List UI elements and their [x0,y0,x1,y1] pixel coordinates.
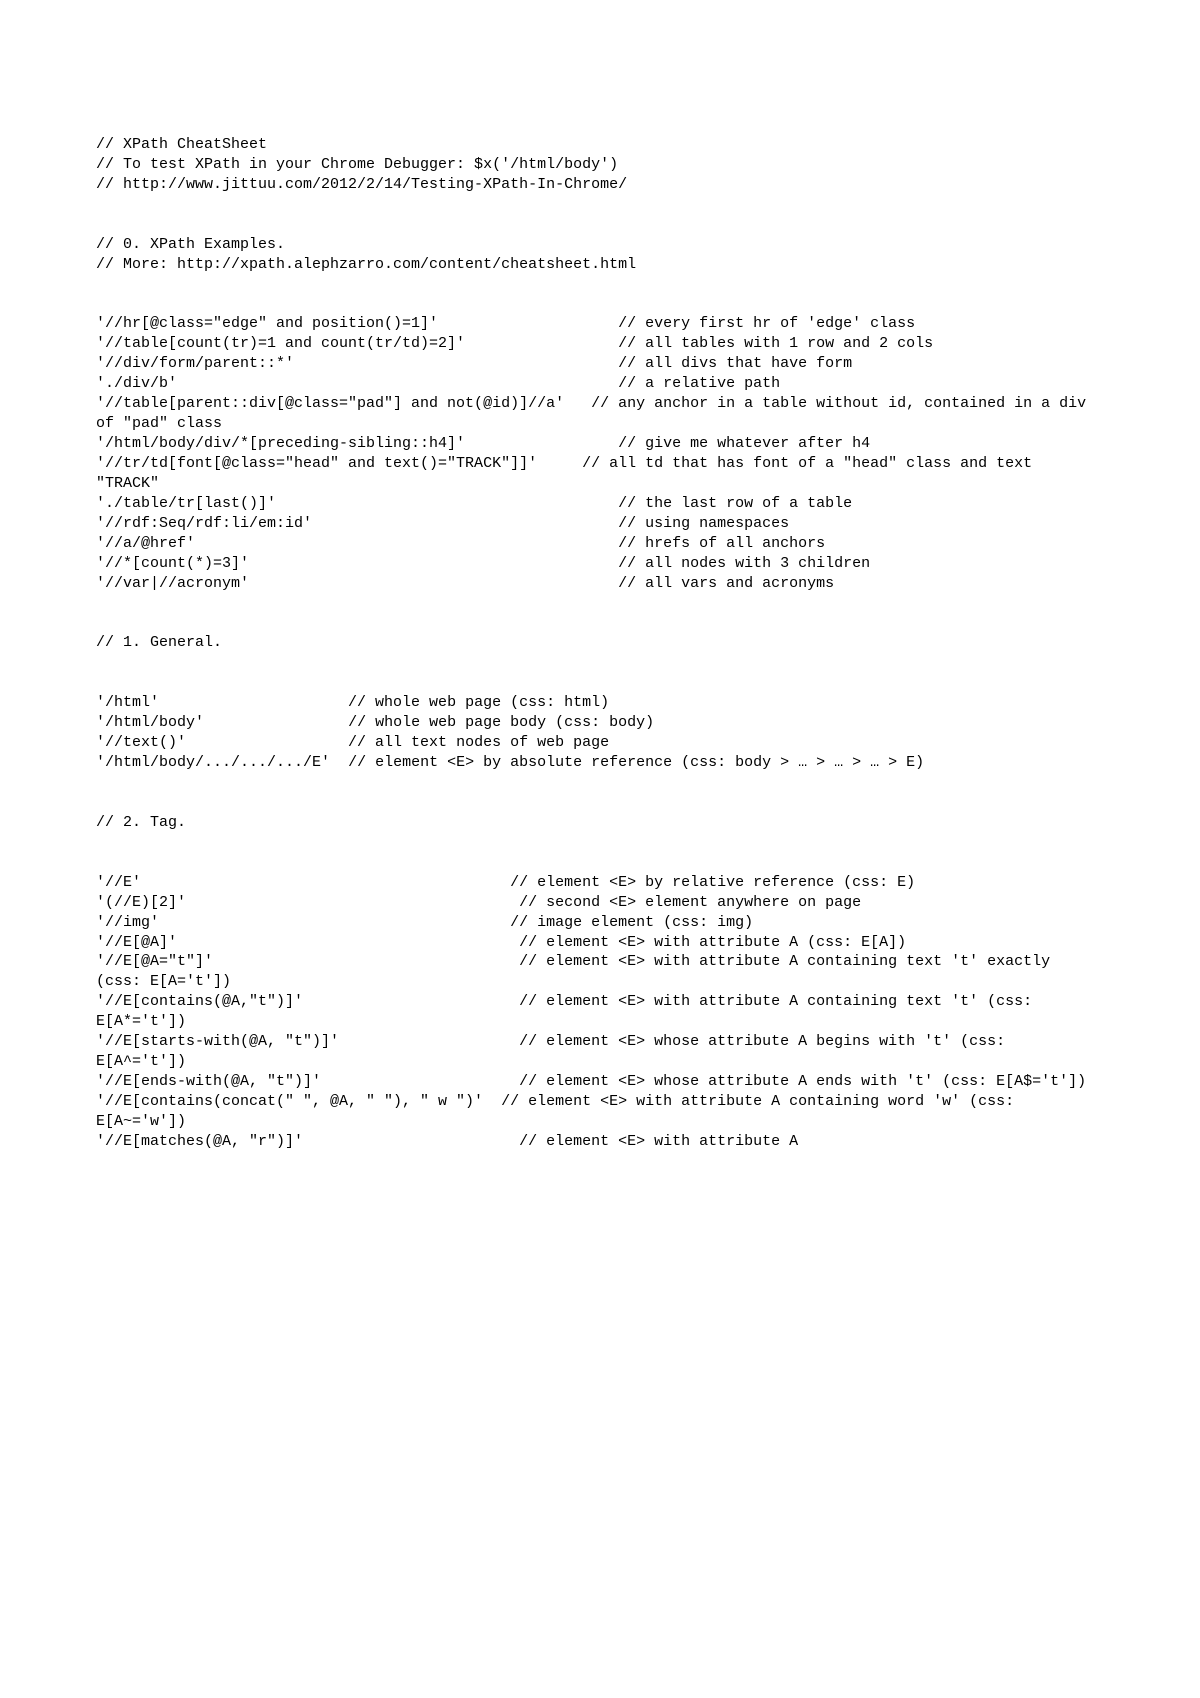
code-comment: // second <E> element anywhere on page [519,894,861,911]
code-comment: // element <E> with attribute A [519,1133,798,1150]
code-expr: '//E[@A]' [96,934,177,951]
code-expr: '//E' [96,874,141,891]
section-2-label: // 2. Tag. [96,814,186,831]
code-expr: '//hr[@class="edge" and position()=1]' [96,315,438,332]
section-1-label: // 1. General. [96,634,222,651]
code-expr: '//E[contains(@A,"t")]' [96,993,303,1010]
code-comment: // all divs that have form [618,355,852,372]
code-expr: '//*[count(*)=3]' [96,555,249,572]
code-comment: // whole web page body (css: body) [348,714,654,731]
code-expr: './table/tr[last()]' [96,495,276,512]
code-expr: '//var|//acronym' [96,575,249,592]
title-line: // XPath CheatSheet [96,136,267,153]
code-expr: '/html' [96,694,159,711]
code-comment: // all tables with 1 row and 2 cols [618,335,933,352]
code-expr: '//E[contains(concat(" ", @A, " "), " w … [96,1093,483,1110]
code-expr: '//table[parent::div[@class="pad"] and n… [96,395,564,412]
code-expr: '//img' [96,914,159,931]
code-expr: '/html/body/.../.../.../E' [96,754,330,771]
code-comment: // using namespaces [618,515,789,532]
code-expr: './div/b' [96,375,177,392]
code-expr: '//E[@A="t"]' [96,953,213,970]
code-expr: '(//E)[2]' [96,894,186,911]
code-expr: '//E[matches(@A, "r")]' [96,1133,303,1150]
code-comment: // every first hr of 'edge' class [618,315,915,332]
code-comment: // whole web page (css: html) [348,694,609,711]
section-0-label: // 0. XPath Examples. [96,236,285,253]
document-page: // XPath CheatSheet // To test XPath in … [0,0,1200,1698]
code-comment: // all nodes with 3 children [618,555,870,572]
code-comment: // a relative path [618,375,780,392]
source-url-line: // http://www.jittuu.com/2012/2/14/Testi… [96,176,627,193]
code-comment: // element <E> by relative reference (cs… [510,874,915,891]
code-expr: '//text()' [96,734,186,751]
code-comment: // element <E> by absolute reference (cs… [348,754,924,771]
code-expr: '//tr/td[font[@class="head" and text()="… [96,455,537,472]
code-comment: // give me whatever after h4 [618,435,870,452]
code-expr: '//table[count(tr)=1 and count(tr/td)=2]… [96,335,465,352]
code-comment: // element <E> whose attribute A ends wi… [519,1073,1086,1090]
code-comment: // element <E> with attribute A (css: E[… [519,934,906,951]
code-expr: '/html/body/div/*[preceding-sibling::h4]… [96,435,465,452]
code-comment: // all text nodes of web page [348,734,609,751]
code-expr: '//E[starts-with(@A, "t")]' [96,1033,339,1050]
debug-hint-line: // To test XPath in your Chrome Debugger… [96,156,618,173]
code-expr: '//div/form/parent::*' [96,355,294,372]
code-expr: '//a/@href' [96,535,195,552]
code-comment: // all vars and acronyms [618,575,834,592]
code-comment: // hrefs of all anchors [618,535,825,552]
code-expr: '//E[ends-with(@A, "t")]' [96,1073,321,1090]
code-comment: // the last row of a table [618,495,852,512]
code-comment: // image element (css: img) [510,914,753,931]
code-expr: '/html/body' [96,714,204,731]
code-expr: '//rdf:Seq/rdf:li/em:id' [96,515,312,532]
section-0-more: // More: http://xpath.alephzarro.com/con… [96,256,636,273]
